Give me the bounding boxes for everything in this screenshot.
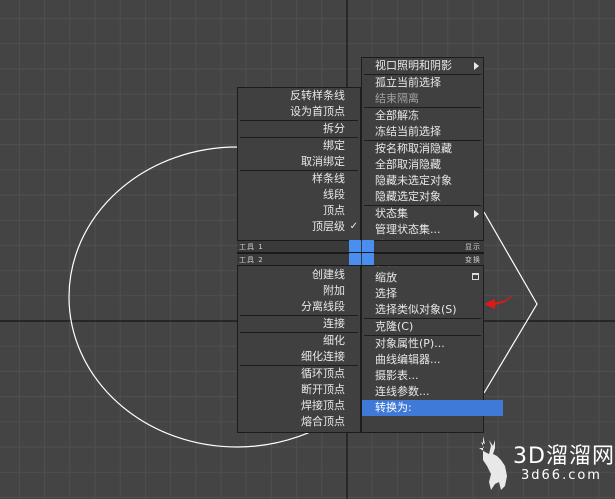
quad-selector-tr[interactable] bbox=[362, 240, 374, 252]
quad-selector-tl[interactable] bbox=[349, 240, 361, 252]
menu-item-label: 拆分 bbox=[323, 122, 345, 135]
menu-item[interactable]: 冻结当前选择 bbox=[362, 124, 483, 140]
menu-item-label: 绑定 bbox=[323, 139, 345, 152]
menu-item[interactable]: 摄影表... bbox=[362, 368, 483, 384]
menu-item-label: 连接 bbox=[323, 317, 345, 330]
menu-item[interactable]: 选择 bbox=[362, 286, 483, 302]
menu-item-label: 取消绑定 bbox=[301, 155, 345, 168]
menu-item-label: 线段 bbox=[323, 188, 345, 201]
menu-item[interactable]: 转换为: bbox=[362, 400, 503, 416]
quad-title-right: 显示 bbox=[465, 243, 481, 251]
menu-item-label: 焊接顶点 bbox=[301, 399, 345, 412]
menu-item-label: 摄影表... bbox=[375, 369, 419, 382]
menu-item[interactable]: 样条线 bbox=[238, 171, 360, 187]
quad-title-right: 变换 bbox=[465, 256, 481, 264]
menu-item[interactable]: 连线参数... bbox=[362, 384, 483, 400]
menu-item[interactable]: 反转样条线 bbox=[238, 88, 360, 104]
menu-item-label: 循环顶点 bbox=[301, 367, 345, 380]
menu-item[interactable]: 细化 bbox=[238, 333, 360, 349]
menu-item-label: 曲线编辑器... bbox=[375, 353, 441, 366]
menu-item[interactable]: 缩放 bbox=[362, 270, 483, 286]
menu-item[interactable]: 熔合顶点 bbox=[238, 414, 360, 430]
menu-item[interactable]: 附加 bbox=[238, 283, 360, 299]
menu-item-label: 孤立当前选择 bbox=[375, 76, 441, 89]
menu-item-label: 隐藏未选定对象 bbox=[375, 174, 452, 187]
settings-dialog-icon[interactable] bbox=[472, 273, 479, 280]
menu-item[interactable]: 细化连接 bbox=[238, 349, 360, 365]
menu-item[interactable]: 绑定 bbox=[238, 138, 360, 154]
menu-item[interactable]: 结束隔离 bbox=[362, 91, 483, 107]
menu-item[interactable]: 隐藏选定对象 bbox=[362, 189, 483, 205]
quad-title-left: 工具 1 bbox=[239, 243, 264, 251]
menu-item-label: 样条线 bbox=[312, 172, 345, 185]
menu-item-label: 按名称取消隐藏 bbox=[375, 142, 452, 155]
menu-item-label: 视口照明和阴影 bbox=[375, 59, 452, 72]
menu-item-label: 全部取消隐藏 bbox=[375, 158, 441, 171]
menu-item[interactable]: 取消绑定 bbox=[238, 154, 360, 170]
quad-title-left: 工具 2 bbox=[239, 256, 264, 264]
menu-item[interactable]: 循环顶点 bbox=[238, 366, 360, 382]
menu-item[interactable]: 隐藏未选定对象 bbox=[362, 173, 483, 189]
check-icon: ✓ bbox=[349, 221, 358, 232]
menu-item-label: 分离线段 bbox=[301, 300, 345, 313]
menu-item[interactable]: 管理状态集... bbox=[362, 222, 483, 238]
menu-item-label: 附加 bbox=[323, 284, 345, 297]
menu-item-label: 状态集 bbox=[375, 207, 408, 220]
menu-item-label: 反转样条线 bbox=[290, 89, 345, 102]
menu-item[interactable]: 焊接顶点 bbox=[238, 398, 360, 414]
menu-item-label: 冻结当前选择 bbox=[375, 125, 441, 138]
menu-item[interactable]: 连接 bbox=[238, 316, 360, 332]
menu-item-label: 创建线 bbox=[312, 268, 345, 281]
submenu-arrow-icon bbox=[474, 210, 479, 218]
menu-item[interactable]: 顶层级 ✓ bbox=[238, 219, 360, 235]
menu-item[interactable]: 状态集 bbox=[362, 206, 483, 222]
submenu-arrow-icon bbox=[474, 62, 479, 70]
menu-item[interactable]: 视口照明和阴影 bbox=[362, 58, 483, 74]
menu-item[interactable]: 孤立当前选择 bbox=[362, 75, 483, 91]
menu-item[interactable]: 选择类似对象(S) bbox=[362, 302, 483, 318]
menu-item-label: 对象属性(P)... bbox=[375, 337, 445, 350]
menu-item[interactable]: 设为首顶点 bbox=[238, 104, 360, 120]
menu-item-label: 细化连接 bbox=[301, 350, 345, 363]
menu-item-label: 顶点 bbox=[323, 204, 345, 217]
menu-item[interactable]: 对象属性(P)... bbox=[362, 336, 483, 352]
menu-item-label: 设为首顶点 bbox=[290, 105, 345, 118]
menu-item[interactable]: 断开顶点 bbox=[238, 382, 360, 398]
menu-item[interactable]: 分离线段 bbox=[238, 299, 360, 315]
menu-item-label: 断开顶点 bbox=[301, 383, 345, 396]
menu-item[interactable]: 全部解冻 bbox=[362, 108, 483, 124]
menu-item-label: 全部解冻 bbox=[375, 109, 419, 122]
menu-item-label: 连线参数... bbox=[375, 385, 430, 398]
quad-selector-bl[interactable] bbox=[349, 253, 361, 265]
menu-item-label: 顶层级 bbox=[312, 220, 345, 233]
menu-item-label: 管理状态集... bbox=[375, 223, 441, 236]
watermark-brand: 3D溜溜网 bbox=[513, 444, 615, 469]
menu-item[interactable]: 拆分 bbox=[238, 121, 360, 137]
menu-item-label: 选择 bbox=[375, 287, 397, 300]
menu-item-label: 克隆(C) bbox=[375, 320, 414, 333]
watermark: 3D溜溜网 3d66.com bbox=[465, 428, 615, 499]
menu-item-label: 细化 bbox=[323, 334, 345, 347]
menu-item-label: 缩放 bbox=[375, 271, 397, 284]
watermark-url: 3d66.com bbox=[521, 468, 602, 483]
menu-item[interactable]: 创建线 bbox=[238, 267, 360, 283]
menu-item[interactable]: 全部取消隐藏 bbox=[362, 157, 483, 173]
menu-item-label: 转换为: bbox=[375, 401, 412, 414]
quad-selector-br[interactable] bbox=[362, 253, 374, 265]
menu-item[interactable]: 线段 bbox=[238, 187, 360, 203]
menu-item[interactable]: 顶点 bbox=[238, 203, 360, 219]
menu-item-label: 选择类似对象(S) bbox=[375, 303, 457, 316]
menu-item-label: 熔合顶点 bbox=[301, 415, 345, 428]
menu-item[interactable]: 克隆(C) bbox=[362, 319, 483, 335]
deer-logo-icon bbox=[479, 436, 507, 490]
menu-item[interactable]: 按名称取消隐藏 bbox=[362, 141, 483, 157]
menu-item-label: 结束隔离 bbox=[375, 92, 419, 105]
menu-item[interactable]: 曲线编辑器... bbox=[362, 352, 483, 368]
menu-item-label: 隐藏选定对象 bbox=[375, 190, 441, 203]
